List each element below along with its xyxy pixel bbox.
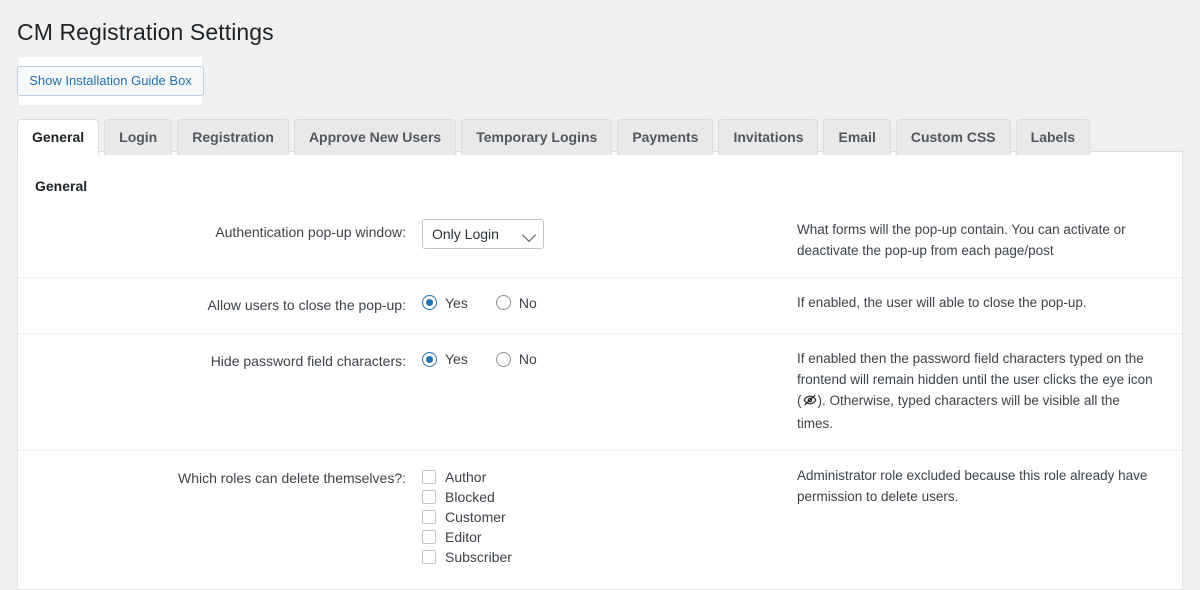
tab-login[interactable]: Login <box>104 119 173 156</box>
tab-invitations[interactable]: Invitations <box>718 119 819 156</box>
auth-popup-description: What forms will the pop-up contain. You … <box>797 222 1126 258</box>
row-hide-password: Hide password field characters: Yes No I… <box>18 333 1182 451</box>
delete-roles-description: Administrator role excluded because this… <box>797 468 1148 505</box>
tab-custom-css[interactable]: Custom CSS <box>895 119 1011 156</box>
auth-popup-label: Authentication pop-up window: <box>215 224 406 240</box>
tab-general[interactable]: General <box>17 119 100 157</box>
checkbox-unchecked-icon <box>422 530 436 545</box>
settings-panel: General Authentication pop-up window: On… <box>17 151 1183 590</box>
role-checkbox-editor[interactable]: Editor <box>422 528 797 546</box>
hide-password-no-label: No <box>518 351 537 368</box>
settings-tabs: General Login Registration Approve New User… <box>17 119 1090 157</box>
row-delete-roles: Which roles can delete themselves?: Auth… <box>18 450 1182 581</box>
delete-roles-field: Author Blocked Customer Editor Subscriber <box>422 451 797 581</box>
role-label: Subscriber <box>445 549 512 566</box>
hide-password-field: Yes No <box>422 334 797 451</box>
role-label: Editor <box>445 529 482 546</box>
role-label: Blocked <box>445 489 495 506</box>
delete-roles-checkbox-list: Author Blocked Customer Editor Subscriber <box>422 465 797 566</box>
row-auth-popup: Authentication pop-up window: Only Login… <box>18 205 1182 277</box>
delete-roles-label: Which roles can delete themselves?: <box>178 470 406 487</box>
page-title: CM Registration Settings <box>17 19 274 45</box>
hide-password-label: Hide password field characters: <box>210 353 406 370</box>
radio-unselected-icon <box>495 351 511 367</box>
row-allow-close: Allow users to close the pop-up: Yes No … <box>18 277 1182 334</box>
radio-selected-icon <box>422 295 437 311</box>
role-checkbox-blocked[interactable]: Blocked <box>422 488 797 506</box>
general-section-heading: General <box>35 178 88 194</box>
tab-labels[interactable]: Labels <box>1015 119 1090 156</box>
allow-close-label: Allow users to close the pop-up: <box>207 296 406 313</box>
hide-password-yes-label: Yes <box>445 351 468 368</box>
allow-close-no-label: No <box>518 294 537 311</box>
tab-email[interactable]: Email <box>823 119 891 156</box>
checkbox-unchecked-icon <box>422 550 436 565</box>
tab-registration[interactable]: Registration <box>177 119 289 156</box>
allow-close-radio-group: Yes No <box>422 292 797 311</box>
role-checkbox-author[interactable]: Author <box>422 468 797 486</box>
checkbox-unchecked-icon <box>422 510 436 525</box>
show-installation-guide-button[interactable]: Show Installation Guide Box <box>17 66 204 96</box>
allow-close-radio-no[interactable]: No <box>495 294 537 311</box>
api-keys-section-heading: API Keys <box>18 580 1182 589</box>
auth-popup-select[interactable]: Only LoginOnly RegistrationLogin and Reg… <box>422 219 544 249</box>
auth-popup-select-wrap: Only LoginOnly RegistrationLogin and Reg… <box>422 219 544 249</box>
checkbox-unchecked-icon <box>422 490 436 505</box>
allow-close-radio-yes[interactable]: Yes <box>422 295 468 311</box>
allow-close-yes-label: Yes <box>445 294 468 311</box>
role-checkbox-subscriber[interactable]: Subscriber <box>422 548 797 566</box>
hide-password-radio-no[interactable]: No <box>495 351 537 368</box>
radio-unselected-icon <box>495 295 511 311</box>
checkbox-unchecked-icon <box>422 470 436 485</box>
auth-popup-field: Only LoginOnly RegistrationLogin and Reg… <box>422 205 797 277</box>
hide-password-description-part2: ). Otherwise, typed characters will be v… <box>797 393 1120 432</box>
eye-slash-icon <box>803 393 817 414</box>
general-form-table: Authentication pop-up window: Only Login… <box>18 205 1182 580</box>
allow-close-description: If enabled, the user will able to close … <box>797 294 1087 310</box>
allow-close-field: Yes No <box>422 277 797 334</box>
role-label: Author <box>445 469 487 486</box>
radio-selected-icon <box>422 351 437 367</box>
role-label: Customer <box>445 509 506 526</box>
role-checkbox-customer[interactable]: Customer <box>422 508 797 526</box>
installation-guide-box: Show Installation Guide Box <box>17 57 204 105</box>
hide-password-description: If enabled then the password field chara… <box>797 334 1182 451</box>
tab-temporary-logins[interactable]: Temporary Logins <box>461 119 613 156</box>
hide-password-radio-yes[interactable]: Yes <box>422 351 468 367</box>
hide-password-radio-group: Yes No <box>422 348 797 367</box>
tab-payments[interactable]: Payments <box>617 119 714 156</box>
tab-approve-new-users[interactable]: Approve New Users <box>293 119 457 156</box>
